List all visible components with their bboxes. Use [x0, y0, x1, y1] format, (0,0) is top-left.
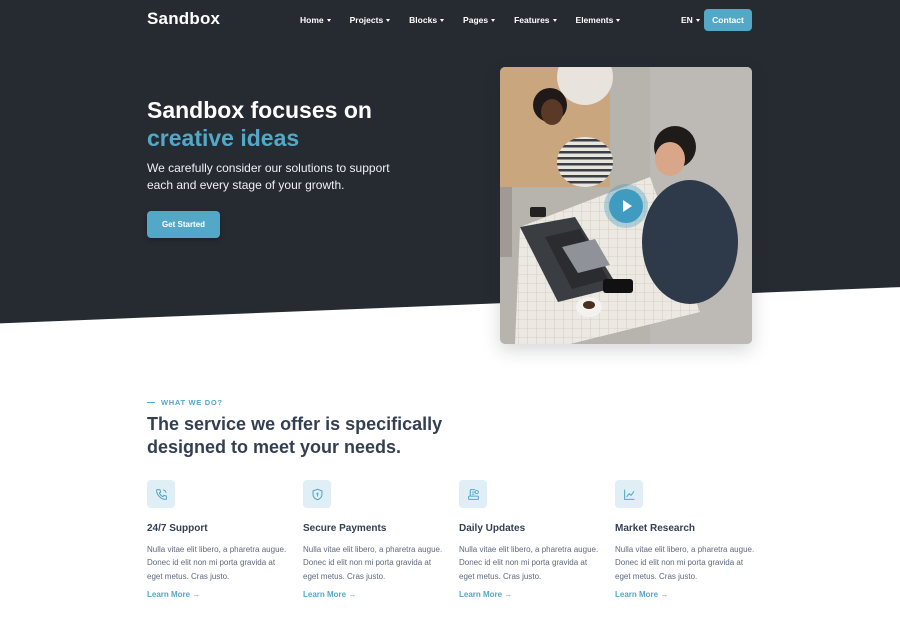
chevron-down-icon — [695, 18, 700, 22]
hero-subtitle: We carefully consider our solutions to s… — [147, 161, 390, 192]
learn-more-link[interactable]: Learn More → — [303, 590, 443, 599]
hero-title: Sandbox focuses on creative ideas — [147, 96, 372, 152]
service-card-updates: Daily Updates Nulla vitae elit libero, a… — [459, 480, 599, 599]
service-card-payments: Secure Payments Nulla vitae elit libero,… — [303, 480, 443, 599]
language-selector[interactable]: EN — [681, 15, 700, 25]
nav-item-pages[interactable]: Pages — [463, 15, 496, 25]
service-description: Nulla vitae elit libero, a pharetra augu… — [459, 545, 599, 581]
nav-item-features[interactable]: Features — [514, 15, 557, 25]
chevron-down-icon — [440, 18, 445, 22]
main-menu: Home Projects Blocks Pages Features Elem… — [300, 15, 639, 25]
eyebrow-text: WHAT WE DO? — [161, 398, 223, 407]
chart-icon — [615, 480, 643, 508]
eyebrow-divider — [147, 402, 155, 403]
update-icon — [459, 480, 487, 508]
service-title: Market Research — [615, 523, 696, 534]
nav-item-blocks[interactable]: Blocks — [409, 15, 445, 25]
learn-more-link[interactable]: Learn More → — [615, 590, 755, 599]
navbar: Sandbox Home Projects Blocks Pages Featu… — [0, 0, 900, 42]
nav-item-label: Home — [300, 15, 324, 25]
play-video-button[interactable] — [609, 189, 643, 223]
service-title: Secure Payments — [303, 523, 387, 534]
service-card-support: 24/7 Support Nulla vitae elit libero, a … — [147, 480, 287, 599]
shield-icon — [303, 480, 331, 508]
nav-item-elements[interactable]: Elements — [576, 15, 621, 25]
nav-item-home[interactable]: Home — [300, 15, 331, 25]
phone-icon — [147, 480, 175, 508]
nav-item-label: Pages — [463, 15, 489, 25]
service-card-research: Market Research Nulla vitae elit libero,… — [615, 480, 755, 599]
chevron-down-icon — [491, 18, 496, 22]
service-description: Nulla vitae elit libero, a pharetra augu… — [615, 545, 755, 581]
nav-item-label: Elements — [575, 15, 614, 25]
learn-more-link[interactable]: Learn More → — [147, 590, 287, 599]
service-title: 24/7 Support — [147, 523, 208, 534]
learn-more-link[interactable]: Learn More → — [459, 590, 599, 599]
logo[interactable]: Sandbox — [147, 9, 220, 29]
get-started-button[interactable]: Get Started — [147, 211, 220, 238]
chevron-down-icon — [616, 18, 621, 22]
section-title: The service we offer is specifically des… — [147, 414, 443, 457]
contact-button[interactable]: Contact — [704, 9, 752, 31]
chevron-down-icon — [552, 18, 557, 22]
service-title: Daily Updates — [459, 523, 526, 534]
nav-item-label: Features — [514, 15, 550, 25]
hero-title-line1: Sandbox focuses on — [147, 97, 372, 123]
chevron-down-icon — [386, 18, 391, 22]
service-description: Nulla vitae elit libero, a pharetra augu… — [303, 545, 443, 581]
language-label: EN — [681, 15, 693, 25]
nav-item-projects[interactable]: Projects — [350, 15, 391, 25]
play-icon — [623, 200, 632, 212]
nav-item-label: Blocks — [409, 15, 438, 25]
section-eyebrow: WHAT WE DO? — [147, 398, 223, 407]
hero-background — [0, 0, 900, 324]
chevron-down-icon — [326, 18, 331, 22]
hero-title-accent: creative ideas — [147, 125, 300, 151]
service-description: Nulla vitae elit libero, a pharetra augu… — [147, 545, 287, 581]
nav-item-label: Projects — [349, 15, 384, 25]
